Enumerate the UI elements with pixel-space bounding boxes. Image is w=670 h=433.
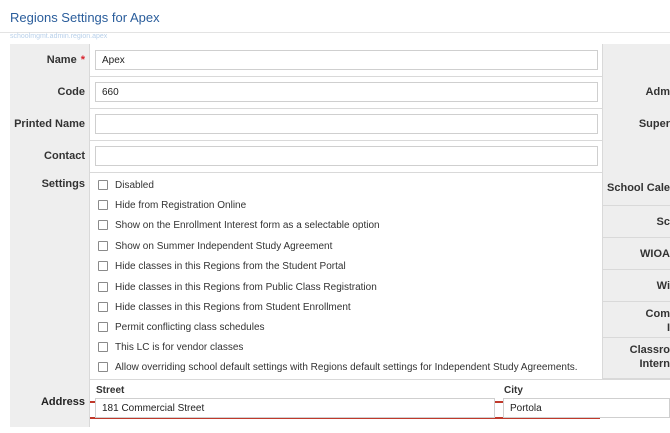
checkbox-icon[interactable] (98, 302, 108, 312)
contact-input[interactable] (95, 146, 598, 166)
checkbox-show-summer-isa[interactable]: Show on Summer Independent Study Agreeme… (98, 238, 332, 254)
name-label: Name * (10, 44, 90, 76)
code-input[interactable] (95, 82, 598, 102)
checkbox-icon[interactable] (98, 180, 108, 190)
checkbox-hide-student-portal[interactable]: Hide classes in this Regions from the St… (98, 258, 346, 274)
city-input[interactable] (503, 398, 670, 418)
address-row: Address Street City (10, 379, 670, 427)
region-form: Name* Code Adm Printed Name Super Contac… (10, 44, 670, 427)
required-mark: * (80, 54, 85, 66)
right-column-cell (602, 44, 670, 76)
checkbox-icon[interactable] (98, 342, 108, 352)
checkbox-hide-public-registration[interactable]: Hide classes in this Regions from Public… (98, 279, 377, 295)
contact-row: Contact (10, 140, 670, 173)
printed-name-row: Printed Name Super (10, 108, 670, 141)
checkbox-hide-registration-online[interactable]: Hide from Registration Online (98, 197, 246, 213)
page-header: Regions Settings for Apex (0, 0, 670, 33)
page-subtitle: schoolmgmt.admin.region.apex (10, 33, 108, 40)
right-cell-sc: Sc (602, 206, 670, 238)
right-cell-classroom: Classro Intern (602, 338, 670, 379)
checkbox-allow-overriding[interactable]: Allow overriding school default settings… (98, 359, 578, 375)
city-label: City (504, 385, 523, 396)
adm-label: Adm (645, 86, 670, 98)
code-label: Code (10, 76, 90, 108)
code-row: Code Adm (10, 76, 670, 109)
printed-name-input[interactable] (95, 114, 598, 134)
right-cell-wi: Wi (602, 270, 670, 302)
street-input[interactable] (95, 398, 495, 418)
checkbox-permit-conflicting[interactable]: Permit conflicting class schedules (98, 319, 265, 335)
checkbox-hide-student-enrollment[interactable]: Hide classes in this Regions from Studen… (98, 299, 351, 315)
checkbox-icon[interactable] (98, 261, 108, 271)
super-label: Super (638, 118, 670, 130)
contact-label: Contact (10, 140, 90, 172)
settings-row: Settings Disabled Hide from Registration… (10, 172, 670, 419)
name-row: Name * (10, 44, 670, 77)
right-cell-school-calendar: School Cale (602, 172, 670, 206)
checkbox-icon[interactable] (98, 241, 108, 251)
printed-name-label: Printed Name (10, 108, 90, 140)
checkbox-icon[interactable] (98, 362, 108, 372)
right-cell-wioa: WIOA (602, 238, 670, 270)
right-column-cell: Adm (602, 76, 670, 108)
street-label: Street (96, 385, 125, 396)
settings-label: Settings (10, 172, 90, 379)
page-title: Regions Settings for Apex (10, 10, 160, 25)
right-column-cell (602, 140, 670, 172)
checkbox-icon[interactable] (98, 200, 108, 210)
name-input[interactable] (95, 50, 598, 70)
checkbox-icon[interactable] (98, 282, 108, 292)
checkbox-icon[interactable] (98, 322, 108, 332)
right-column-cell: Super (602, 108, 670, 140)
right-cell-com: Com I (602, 302, 670, 338)
checkbox-icon[interactable] (98, 220, 108, 230)
checkbox-vendor-classes[interactable]: This LC is for vendor classes (98, 339, 243, 355)
checkbox-disabled[interactable]: Disabled (98, 177, 154, 193)
checkbox-show-enrollment-interest[interactable]: Show on the Enrollment Interest form as … (98, 217, 380, 233)
address-label: Address (10, 379, 90, 427)
